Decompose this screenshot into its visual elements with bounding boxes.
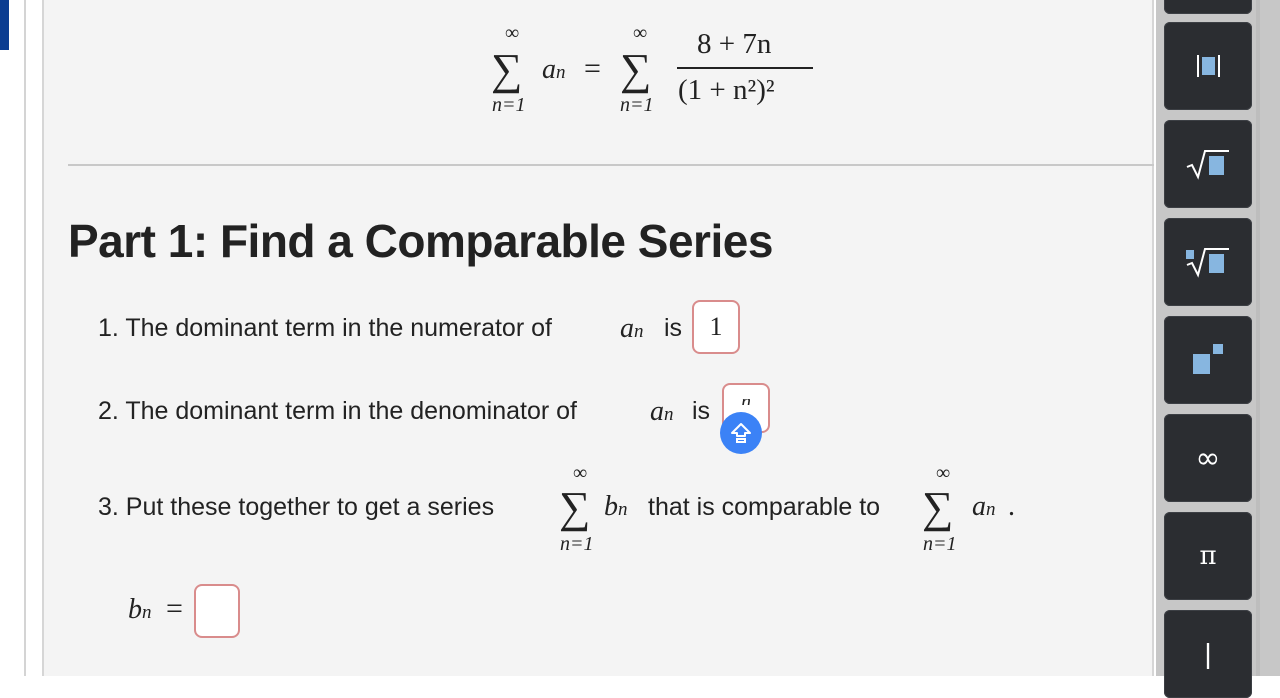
keyboard-toggle-button[interactable] [720,412,762,454]
part1-heading: Part 1: Find a Comparable Series [68,215,773,267]
toolbar-pi-button[interactable]: π [1164,512,1252,600]
bn-answer-field[interactable] [194,584,240,638]
q3-text-before: 3. Put these together to get a series [98,493,495,521]
toolbar-nth-root-button[interactable] [1164,218,1252,306]
sigma-symbol: ∑ [491,45,523,94]
toolbar-power-button[interactable] [1164,316,1252,404]
abs-icon: | [1204,638,1212,669]
q1-text: 1. The dominant term in the numerator of [98,314,552,342]
sum-lower-limit-2: n=1 [620,94,654,116]
toolbar-scrollbar[interactable] [1256,0,1260,676]
q3-sum-lower-2: n=1 [923,533,957,555]
q2-text: 2. The dominant term in the denominator … [98,397,577,425]
left-rail [24,0,26,676]
fraction-denominator: (1 + n²)² [678,74,775,106]
q2-a-n: an [650,396,674,427]
q3-sum-lower-1: n=1 [560,533,594,555]
sum-upper-limit-2: ∞ [633,22,648,44]
sum-upper-limit: ∞ [505,22,520,44]
superscript-icon [1197,55,1220,77]
q3-b-n: bn [604,491,628,522]
nth-root-icon [1186,248,1229,278]
q2-answer-value: n [741,399,751,405]
toolbar-abs-button[interactable]: | [1164,610,1252,698]
q3-period: . [1008,491,1015,522]
bn-equals: = [166,592,183,625]
infinity-icon: ∞ [1195,440,1221,476]
equals-sign: = [584,52,601,85]
sum-lower-limit: n=1 [492,94,526,116]
pi-icon: π [1199,541,1217,571]
q1-a-n: an [620,313,644,344]
q3-sum-upper-2: ∞ [936,462,951,484]
math-toolbar: ∞ π | [1156,0,1280,698]
q1-answer-field[interactable]: 1 [692,300,740,354]
sqrt-icon [1186,150,1229,180]
q3-a-n: an [972,491,996,522]
sigma-symbol-2: ∑ [620,45,652,94]
shift-arrow-icon [731,423,751,443]
power-icon [1193,344,1223,374]
fraction-bar [677,67,813,69]
toolbar-fraction-button[interactable] [1164,0,1252,14]
section-divider [68,164,1154,166]
toolbar-infinity-button[interactable]: ∞ [1164,414,1252,502]
q3-text-middle: that is comparable to [648,493,881,521]
a-n-term: an [542,54,566,85]
bn-label: bn [128,594,152,625]
q2-is: is [692,397,711,425]
left-accent-bar [0,0,9,50]
toolbar-sqrt-button[interactable] [1164,120,1252,208]
q1-is: is [664,314,683,342]
q3-sigma-1: ∑ [559,483,591,532]
q3-sigma-2: ∑ [922,483,954,532]
q3-sum-upper-1: ∞ [573,462,588,484]
toolbar-abs-box-button[interactable] [1164,22,1252,110]
fraction-numerator: 8 + 7n [697,28,772,60]
